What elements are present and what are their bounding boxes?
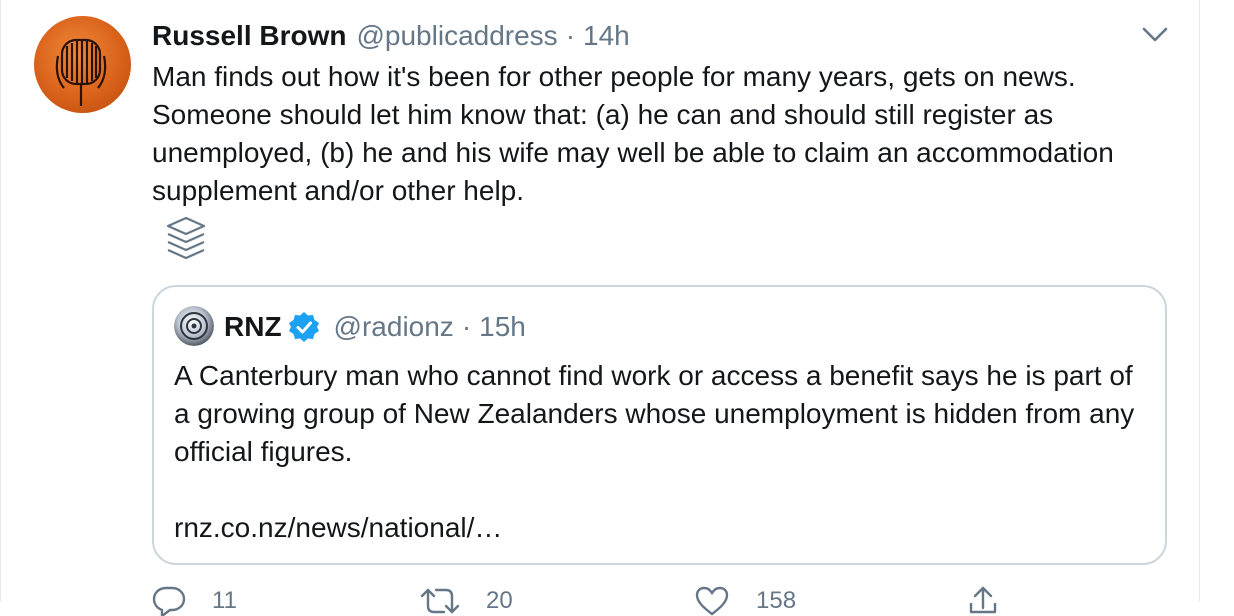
retweet-button[interactable]: 20 — [420, 586, 513, 616]
microphone-icon — [55, 38, 107, 106]
chevron-down-icon[interactable] — [1140, 22, 1170, 46]
quoted-tweet-timestamp[interactable]: 15h — [479, 311, 526, 343]
share-button[interactable] — [968, 586, 998, 616]
rnz-logo[interactable] — [174, 306, 214, 346]
header-separator: · — [565, 20, 576, 51]
quoted-tweet-header: RNZ @radionz · 15h — [224, 307, 526, 347]
share-icon — [969, 586, 997, 614]
layers-icon[interactable] — [164, 214, 208, 260]
retweet-count: 20 — [486, 587, 513, 614]
tweet-text: Man finds out how it's been for other pe… — [152, 61, 1114, 206]
tweet-timestamp[interactable]: 14h — [583, 20, 630, 52]
quoted-author-handle[interactable]: @radionz — [334, 311, 454, 343]
quoted-tweet-link[interactable]: rnz.co.nz/news/national/… — [174, 509, 502, 547]
like-button[interactable]: 158 — [694, 586, 796, 616]
quoted-tweet-card[interactable]: RNZ @radionz · 15h A Canterbury man who … — [152, 285, 1167, 565]
timeline-border-left — [0, 0, 1, 602]
tweet-actions: 11 20 158 — [152, 586, 1052, 616]
reply-button[interactable]: 11 — [152, 586, 237, 616]
quoted-header-separator: · — [461, 311, 472, 342]
author-avatar[interactable] — [34, 16, 131, 113]
tweet-header: Russell Brown @publicaddress · 14h — [152, 16, 630, 56]
like-count: 158 — [756, 587, 797, 614]
reply-count: 11 — [212, 587, 237, 614]
reply-icon — [152, 586, 186, 616]
retweet-icon — [420, 588, 460, 614]
quoted-tweet-text: A Canterbury man who cannot find work or… — [174, 360, 1135, 467]
quoted-author-name[interactable]: RNZ — [224, 311, 282, 343]
author-handle[interactable]: @publicaddress — [356, 20, 557, 52]
like-icon — [695, 586, 729, 616]
author-name[interactable]: Russell Brown — [152, 20, 346, 52]
verified-badge-icon — [288, 312, 319, 342]
timeline-border-right — [1199, 0, 1200, 602]
